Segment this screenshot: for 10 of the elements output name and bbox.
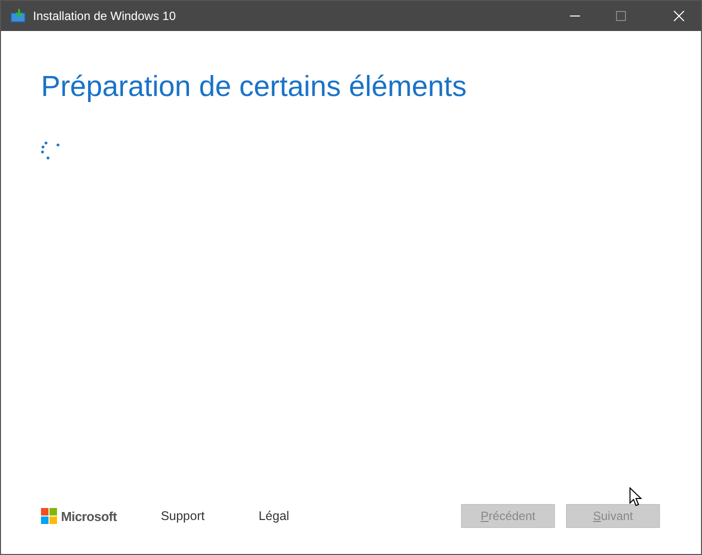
footer-link[interactable]: Support (160, 509, 205, 523)
maximize-icon[interactable] (615, 10, 627, 22)
page-heading: Préparation de certains éléments (41, 71, 468, 104)
four-squares-logo-icon (41, 508, 57, 524)
close-icon[interactable] (673, 10, 685, 22)
setup-icon (10, 9, 26, 23)
window-title: Installation de Windows 10 (33, 9, 176, 23)
footer-link[interactable]: Légal (258, 509, 290, 523)
mouse-cursor-icon (629, 487, 642, 507)
brand-name: Microsoft (61, 508, 117, 524)
